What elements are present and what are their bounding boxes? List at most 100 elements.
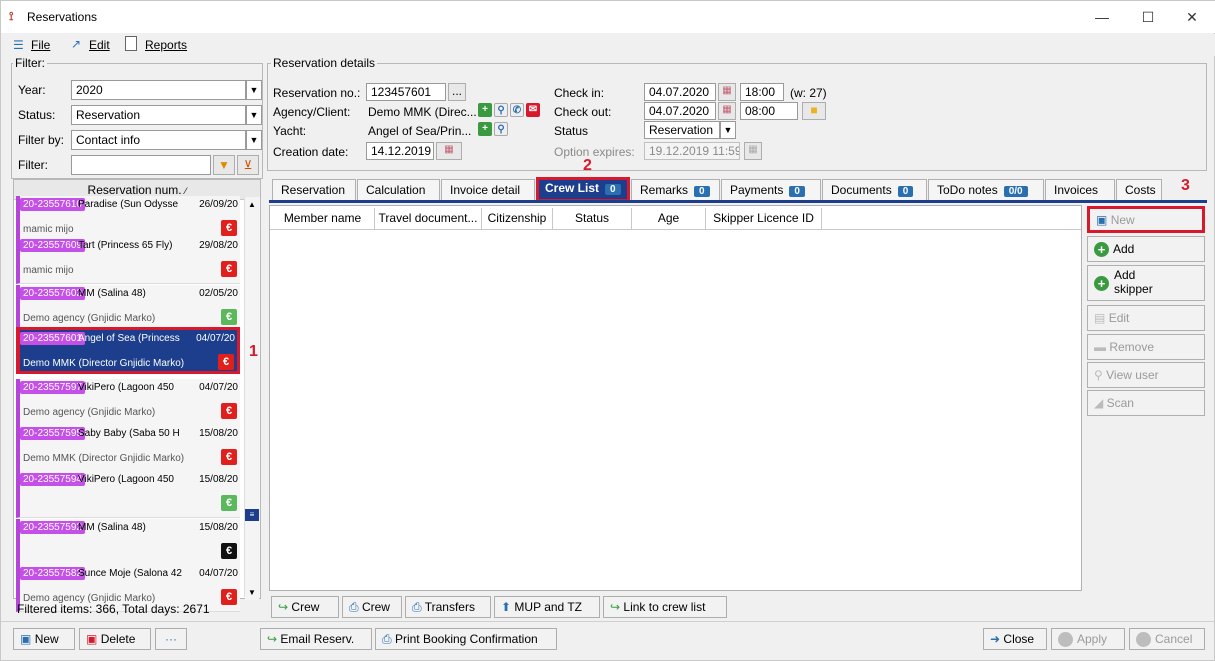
- tab-calculation[interactable]: Calculation: [357, 179, 440, 201]
- add-yacht-icon[interactable]: +: [478, 122, 492, 136]
- scan-button[interactable]: ◢ Scan: [1087, 390, 1205, 416]
- add-crew-button[interactable]: + Add: [1087, 236, 1205, 262]
- cancel-button[interactable]: Cancel: [1129, 628, 1205, 650]
- email-reservation-button[interactable]: ↪ Email Reserv.: [260, 628, 372, 650]
- tab-label: Documents: [831, 183, 892, 197]
- file-menu-icon: ☰: [13, 38, 24, 52]
- clear-filter-icon[interactable]: ⊻: [237, 155, 259, 175]
- add-skipper-button[interactable]: + Add skipper: [1087, 265, 1205, 301]
- status-detail-dropdown-arrow[interactable]: ▼: [720, 121, 736, 139]
- more-button[interactable]: ···: [155, 628, 187, 650]
- creation-calendar-icon[interactable]: ▦: [436, 142, 462, 160]
- checkout-time-field[interactable]: 08:00: [740, 102, 798, 120]
- checkin-calendar-icon[interactable]: ▦: [718, 83, 736, 101]
- delete-reservation-button[interactable]: ▣ Delete: [79, 628, 151, 650]
- year-select[interactable]: 2020: [71, 80, 246, 100]
- search-yacht-icon[interactable]: ⚲: [494, 122, 508, 136]
- column-header[interactable]: Skipper Licence ID: [706, 208, 822, 230]
- list-item[interactable]: 20-23557610 Paradise (Sun Odysse 26/09/20 m…: [16, 196, 240, 243]
- checkin-label: Check in:: [554, 86, 605, 100]
- column-header[interactable]: Member name: [271, 208, 375, 230]
- menu-file[interactable]: File: [31, 38, 50, 52]
- menu-edit[interactable]: Edit: [89, 38, 110, 52]
- checkout-calendar-icon[interactable]: ▦: [718, 102, 736, 120]
- filterby-dropdown-arrow[interactable]: ▼: [246, 130, 262, 150]
- list-item[interactable]: 20-23557597 VikiPero (Lagoon 450 04/07/20 D…: [16, 379, 240, 426]
- close-window-button[interactable]: ✕: [1169, 5, 1215, 29]
- tab-invoice-detail[interactable]: Invoice detail: [441, 179, 535, 201]
- search-agency-icon[interactable]: ⚲: [494, 103, 508, 117]
- menu-bar: ☰ File ↗ Edit Reports: [1, 34, 1215, 56]
- email-icon[interactable]: ✉: [526, 103, 540, 117]
- column-header[interactable]: Travel document...: [375, 208, 482, 230]
- add-agency-icon[interactable]: +: [478, 103, 492, 117]
- tab-todo-notes[interactable]: ToDo notes 0/0: [928, 179, 1044, 201]
- apply-filter-icon[interactable]: ▼: [213, 155, 235, 175]
- checkin-date-field[interactable]: 04.07.2020: [644, 83, 716, 101]
- minimize-button[interactable]: —: [1079, 5, 1125, 29]
- reservation-date: 15/08/20: [199, 522, 238, 533]
- remove-crew-button[interactable]: ▬ Remove: [1087, 334, 1205, 360]
- transfers-button[interactable]: ⎙ Transfers: [405, 596, 491, 618]
- tab-payments[interactable]: Payments 0: [721, 179, 821, 201]
- list-item[interactable]: 20-23557594 VikiPero (Lagoon 450 15/08/20 €: [16, 471, 240, 518]
- column-header[interactable]: Citizenship: [482, 208, 553, 230]
- print-booking-confirmation-button[interactable]: ⎙ Print Booking Confirmation: [375, 628, 557, 650]
- tab-costs[interactable]: Costs: [1116, 179, 1162, 201]
- checkout-date-field[interactable]: 04.07.2020: [644, 102, 716, 120]
- tab-count-badge: 0: [694, 186, 710, 197]
- scroll-thumb[interactable]: ≡: [245, 509, 259, 521]
- list-item[interactable]: 20-23557609 Tart (Princess 65 Fly) 29/08/2…: [16, 237, 240, 284]
- scroll-up-icon[interactable]: ▲: [245, 197, 259, 213]
- status-select[interactable]: Reservation: [71, 105, 246, 125]
- option-expires-label: Option expires:: [554, 145, 635, 159]
- scroll-down-icon[interactable]: ▼: [245, 586, 259, 600]
- edit-crew-button[interactable]: ▤ Edit: [1087, 305, 1205, 331]
- resno-field[interactable]: 123457601: [366, 83, 446, 101]
- close-button[interactable]: ➜ Close: [983, 628, 1047, 650]
- filter-input[interactable]: [71, 155, 211, 175]
- reports-menu-icon: [125, 36, 137, 51]
- new-reservation-button[interactable]: ▣ New: [13, 628, 75, 650]
- filterby-select[interactable]: Contact info: [71, 130, 246, 150]
- column-header[interactable]: Age: [632, 208, 706, 230]
- view-user-button[interactable]: ⚲ View user: [1087, 362, 1205, 388]
- list-item-selected[interactable]: 20-23557601 Angel of Sea (Princess 04/07/2…: [16, 327, 240, 374]
- apply-button[interactable]: Apply: [1051, 628, 1125, 650]
- menu-reports[interactable]: Reports: [145, 38, 187, 52]
- note-icon[interactable]: ■: [802, 102, 826, 120]
- status-detail-select[interactable]: Reservation: [644, 121, 720, 139]
- maximize-button[interactable]: ☐: [1125, 5, 1171, 29]
- payment-status-icon: €: [221, 589, 237, 605]
- mup-tz-button[interactable]: ⬆ MUP and TZ: [494, 596, 600, 618]
- reservation-number: 20-23557597: [20, 381, 85, 394]
- list-item[interactable]: 20-23557592 MM (Salina 48) 15/08/20 €: [16, 519, 240, 566]
- reservation-number: 20-23557602: [20, 287, 85, 300]
- resno-browse-button[interactable]: ...: [448, 83, 466, 101]
- crew-button-1[interactable]: ↪ Crew: [271, 596, 339, 618]
- list-item[interactable]: 20-23557595 Saby Baby (Saba 50 H 15/08/20 D…: [16, 425, 240, 472]
- crew-print-button[interactable]: ⎙ Crew: [342, 596, 402, 618]
- tab-invoices[interactable]: Invoices: [1045, 179, 1115, 201]
- new-crew-button[interactable]: ▣ New: [1087, 206, 1205, 233]
- checkin-time-field[interactable]: 18:00: [740, 83, 784, 101]
- reservation-date: 15/08/20: [199, 428, 238, 439]
- tab-count-badge: 0: [897, 186, 914, 197]
- tab-label: Invoice detail: [450, 183, 521, 197]
- tab-reservation[interactable]: Reservation: [272, 179, 356, 201]
- list-scrollbar[interactable]: [244, 197, 260, 597]
- phone-icon[interactable]: ✆: [510, 103, 524, 117]
- reservation-number: 20-23557592: [20, 521, 85, 534]
- tab-remarks[interactable]: Remarks 0: [631, 179, 720, 201]
- yacht-name: Tart (Princess 65 Fly): [78, 240, 173, 251]
- reservation-number: 20-23557594: [20, 473, 85, 486]
- creation-date-field[interactable]: 14.12.2019: [366, 142, 434, 160]
- tab-crew-list[interactable]: Crew List 0: [536, 177, 630, 202]
- year-dropdown-arrow[interactable]: ▼: [246, 80, 262, 100]
- list-item[interactable]: 20-23557602 MM (Salina 48) 02/05/20 Demo ag…: [16, 285, 240, 332]
- column-header[interactable]: Status: [553, 208, 632, 230]
- link-crew-list-button[interactable]: ↪ Link to crew list: [603, 596, 727, 618]
- status-dropdown-arrow[interactable]: ▼: [246, 105, 262, 125]
- tab-documents[interactable]: Documents 0: [822, 179, 927, 201]
- agent-name: Demo agency (Gnjidic Marko): [23, 407, 156, 418]
